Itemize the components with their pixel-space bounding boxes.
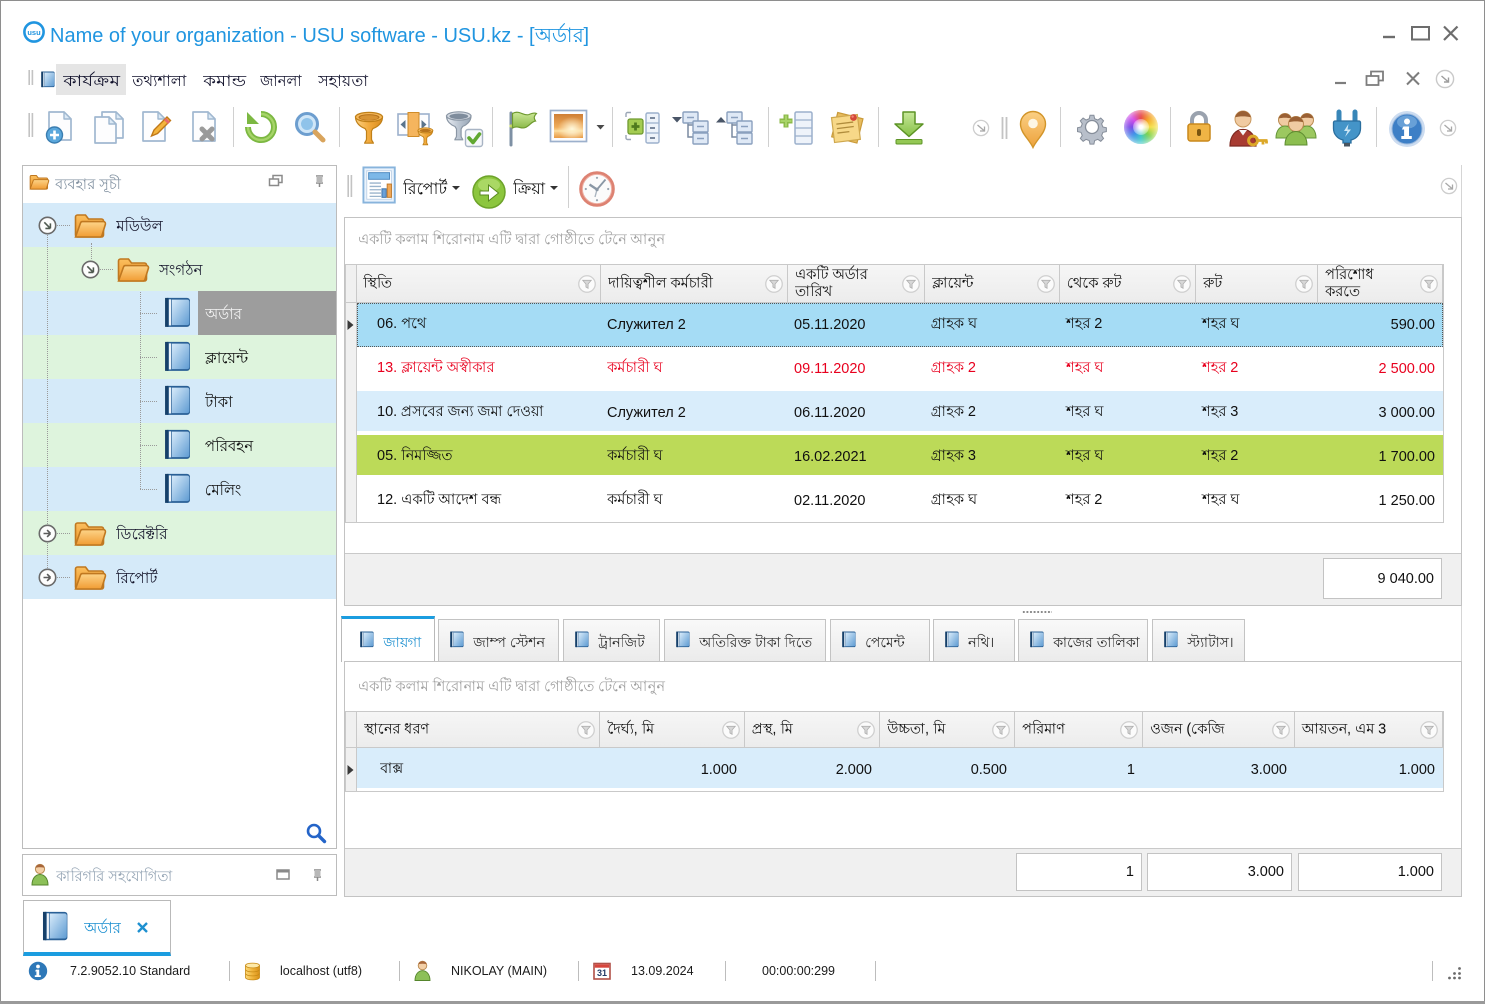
svg-text:usu: usu (27, 28, 41, 37)
svg-text:31: 31 (597, 968, 607, 978)
